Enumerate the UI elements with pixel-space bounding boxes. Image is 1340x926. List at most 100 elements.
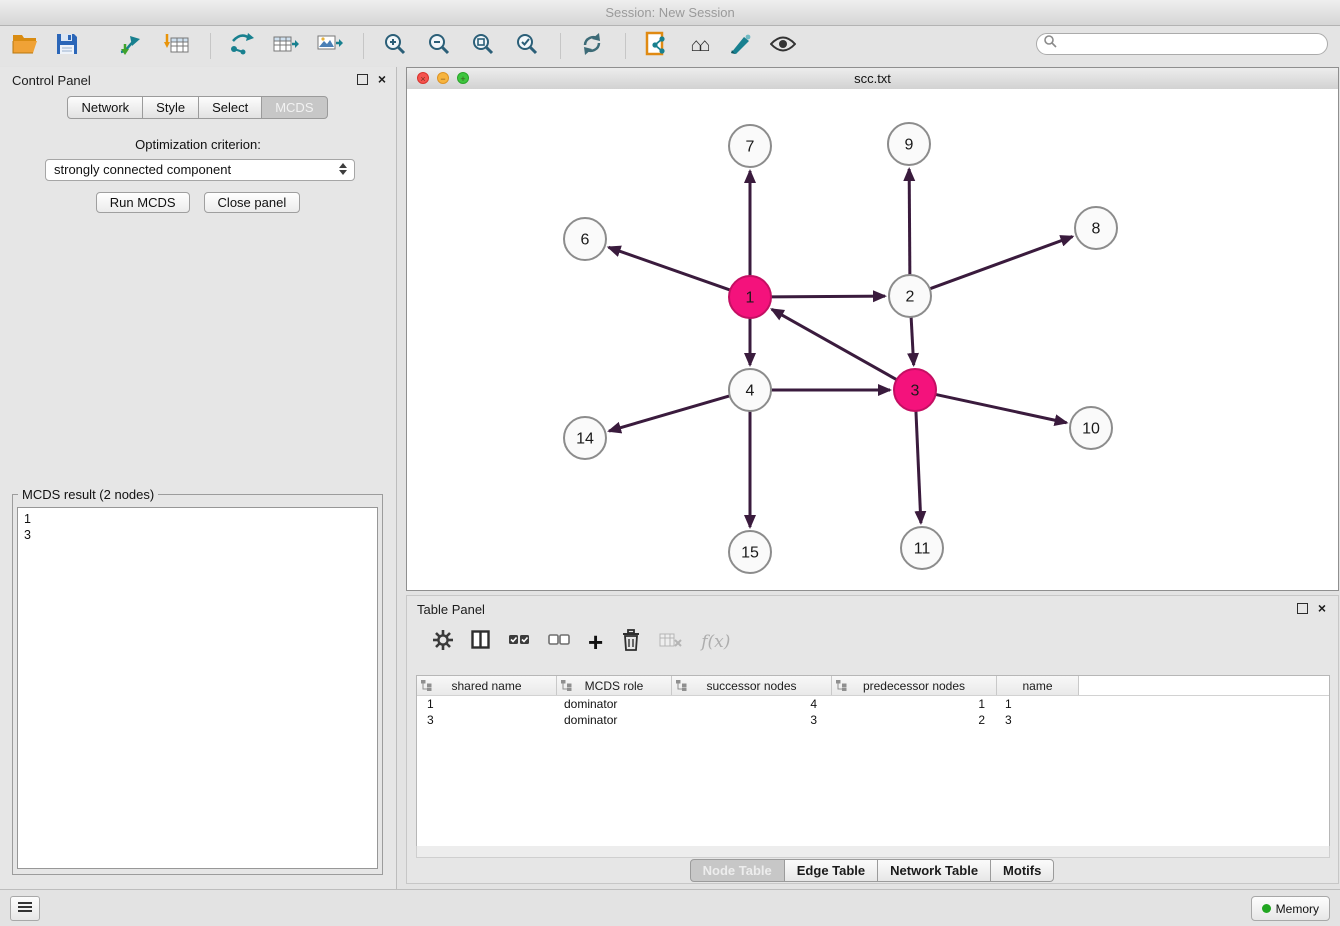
export-network-button[interactable] bbox=[225, 30, 259, 62]
home-icon: ⌂⌂ bbox=[691, 35, 708, 57]
save-session-button[interactable] bbox=[50, 30, 84, 62]
column-header-predecessor-nodes[interactable]: predecessor nodes bbox=[832, 676, 997, 695]
svg-text:9: 9 bbox=[905, 137, 914, 154]
refresh-icon bbox=[580, 32, 604, 61]
tab-mcds[interactable]: MCDS bbox=[261, 96, 327, 119]
close-panel-button[interactable]: Close panel bbox=[204, 192, 301, 213]
tab-network-table[interactable]: Network Table bbox=[877, 859, 991, 882]
close-table-panel-icon[interactable]: × bbox=[1318, 602, 1326, 614]
control-panel: Control Panel × Network Style Select MCD… bbox=[0, 67, 397, 890]
column-header-label: successor nodes bbox=[706, 679, 796, 693]
graph-edge-2-3[interactable] bbox=[911, 317, 914, 365]
tab-style[interactable]: Style bbox=[142, 96, 199, 119]
apply-layout-button[interactable] bbox=[575, 30, 609, 62]
table-horizontal-scrollbar[interactable] bbox=[416, 846, 1330, 858]
close-window-icon[interactable]: × bbox=[417, 72, 429, 84]
export-table-button[interactable] bbox=[269, 30, 303, 62]
zoom-window-icon[interactable]: + bbox=[457, 72, 469, 84]
graph-edge-4-14[interactable] bbox=[609, 396, 730, 431]
mcds-result-area[interactable]: 1 3 bbox=[17, 507, 378, 869]
import-table-button[interactable] bbox=[160, 30, 194, 62]
zoom-selected-button[interactable] bbox=[510, 30, 544, 62]
delete-table-button[interactable] bbox=[659, 631, 683, 654]
mcds-result-groupbox: MCDS result (2 nodes) 1 3 bbox=[12, 494, 383, 875]
graph-edge-2-8[interactable] bbox=[930, 237, 1073, 289]
graph-node-4[interactable]: 4 bbox=[729, 369, 771, 411]
graph-node-15[interactable]: 15 bbox=[729, 531, 771, 573]
deselect-all-columns-button[interactable] bbox=[548, 633, 570, 652]
tab-node-table[interactable]: Node Table bbox=[690, 859, 785, 882]
graph-node-2[interactable]: 2 bbox=[889, 275, 931, 317]
cell-successor-nodes: 4 bbox=[672, 697, 832, 711]
column-header-shared-name[interactable]: shared name bbox=[417, 676, 557, 695]
zoom-out-button[interactable] bbox=[422, 30, 456, 62]
search-input[interactable] bbox=[1061, 36, 1327, 52]
table-row[interactable]: 1 dominator 4 1 1 bbox=[417, 696, 1329, 712]
svg-text:7: 7 bbox=[746, 139, 755, 156]
list-icon bbox=[18, 900, 32, 918]
tab-motifs[interactable]: Motifs bbox=[990, 859, 1054, 882]
column-header-name[interactable]: name bbox=[997, 676, 1079, 695]
minimize-window-icon[interactable]: − bbox=[437, 72, 449, 84]
table-settings-button[interactable] bbox=[433, 630, 453, 655]
import-public-database-button[interactable] bbox=[640, 30, 674, 62]
graphics-details-button[interactable] bbox=[766, 30, 800, 62]
cell-shared-name: 3 bbox=[417, 713, 557, 727]
graph-node-3[interactable]: 3 bbox=[894, 369, 936, 411]
table-row[interactable]: 3 dominator 3 2 3 bbox=[417, 712, 1329, 728]
network-graph[interactable]: 7 9 6 8 1 2 4 3 14 10 15 11 bbox=[407, 89, 1338, 590]
export-image-button[interactable] bbox=[313, 30, 347, 62]
graph-edge-1-2[interactable] bbox=[771, 296, 885, 297]
criterion-select-value: strongly connected component bbox=[54, 162, 231, 177]
import-network-button[interactable] bbox=[114, 30, 148, 62]
tab-select[interactable]: Select bbox=[198, 96, 262, 119]
column-header-mcds-role[interactable]: MCDS role bbox=[557, 676, 672, 695]
select-all-columns-button[interactable] bbox=[508, 633, 530, 652]
cell-mcds-role: dominator bbox=[557, 713, 672, 727]
zoom-fit-icon bbox=[471, 32, 495, 61]
plus-icon: + bbox=[588, 632, 603, 652]
graph-node-10[interactable]: 10 bbox=[1070, 407, 1112, 449]
criterion-select[interactable]: strongly connected component bbox=[45, 159, 355, 181]
column-header-successor-nodes[interactable]: successor nodes bbox=[672, 676, 832, 695]
graph-edge-1-6[interactable] bbox=[609, 247, 731, 290]
memory-button[interactable]: Memory bbox=[1251, 896, 1330, 921]
graph-node-6[interactable]: 6 bbox=[564, 218, 606, 260]
graph-node-7[interactable]: 7 bbox=[729, 125, 771, 167]
float-table-panel-icon[interactable] bbox=[1297, 603, 1308, 614]
apply-style-button[interactable] bbox=[724, 30, 758, 62]
tab-edge-table[interactable]: Edge Table bbox=[784, 859, 878, 882]
graph-edge-3-10[interactable] bbox=[936, 394, 1067, 422]
function-builder-button[interactable]: f(x) bbox=[701, 632, 730, 652]
graph-node-8[interactable]: 8 bbox=[1075, 207, 1117, 249]
run-mcds-button[interactable]: Run MCDS bbox=[96, 192, 190, 213]
float-panel-icon[interactable] bbox=[357, 74, 368, 85]
svg-text:11: 11 bbox=[914, 541, 931, 558]
graph-node-14[interactable]: 14 bbox=[564, 417, 606, 459]
graph-edge-3-1[interactable] bbox=[772, 309, 897, 379]
search-field[interactable] bbox=[1036, 33, 1328, 55]
graph-edge-2-9[interactable] bbox=[909, 169, 910, 275]
graph-edge-3-11[interactable] bbox=[916, 411, 921, 523]
column-header-label: predecessor nodes bbox=[863, 679, 965, 693]
zoom-fit-button[interactable] bbox=[466, 30, 500, 62]
task-history-button[interactable] bbox=[10, 896, 40, 921]
graph-node-1[interactable]: 1 bbox=[729, 276, 771, 318]
open-session-button[interactable] bbox=[8, 30, 42, 62]
graph-node-9[interactable]: 9 bbox=[888, 123, 930, 165]
home-button[interactable]: ⌂⌂ bbox=[682, 30, 716, 62]
gear-icon bbox=[433, 630, 453, 655]
delete-column-button[interactable] bbox=[621, 629, 641, 656]
sort-icon bbox=[836, 680, 847, 694]
add-column-button[interactable]: + bbox=[588, 632, 603, 652]
graph-node-11[interactable]: 11 bbox=[901, 527, 943, 569]
network-canvas[interactable]: 7 9 6 8 1 2 4 3 14 10 15 11 bbox=[407, 89, 1338, 590]
columns-icon bbox=[471, 630, 490, 654]
memory-label: Memory bbox=[1276, 902, 1319, 916]
zoom-in-button[interactable] bbox=[378, 30, 412, 62]
tab-network[interactable]: Network bbox=[67, 96, 143, 119]
close-panel-icon[interactable]: × bbox=[378, 73, 386, 85]
export-network-icon bbox=[229, 33, 255, 60]
show-columns-button[interactable] bbox=[471, 630, 490, 654]
table-panel-title: Table Panel bbox=[417, 602, 485, 617]
